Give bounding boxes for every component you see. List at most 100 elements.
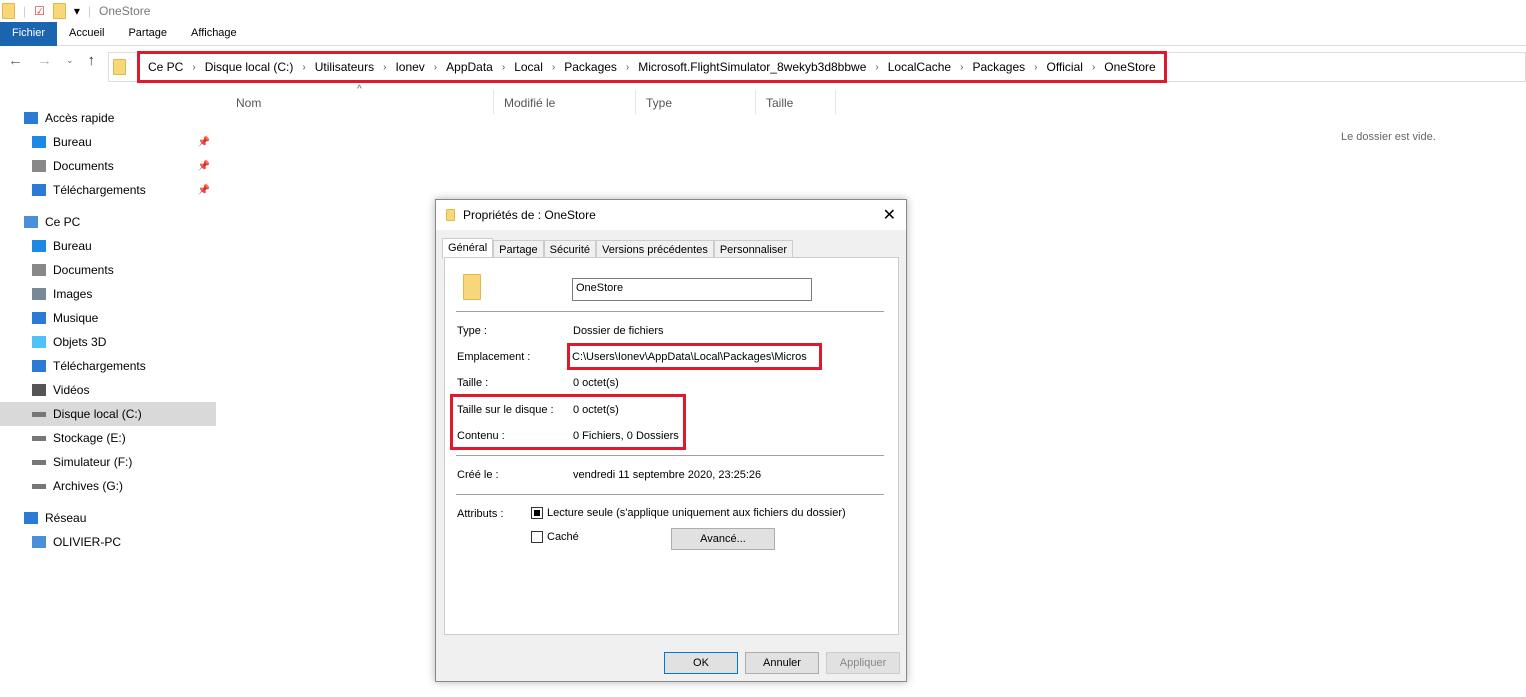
sidebar-item-label: OLIVIER-PC [53,535,122,549]
images-icon [32,288,46,300]
drive-icon [32,483,46,489]
readonly-checkbox[interactable]: Lecture seule (s'applique uniquement aux… [531,507,846,520]
breadcrumb-item[interactable]: Microsoft.FlightSimulator_8wekyb3d8bbwe [638,60,866,74]
apply-button[interactable]: Appliquer [826,652,900,674]
breadcrumb-item[interactable]: Official [1046,60,1082,74]
breadcrumb-item[interactable]: Utilisateurs [315,60,374,74]
pin-icon[interactable]: 📌 [198,185,210,196]
breadcrumb-item[interactable]: AppData [446,60,493,74]
sidebar-item[interactable]: Stockage (E:) [0,426,216,450]
chevron-right-icon[interactable]: › [875,62,878,73]
sidebar-item[interactable]: OLIVIER-PC [0,530,216,554]
column-modified[interactable]: Modifié le [494,90,636,114]
chevron-right-icon[interactable]: › [383,62,386,73]
sidebar-item-label: Archives (G:) [53,479,124,493]
sidebar-item[interactable]: Accès rapide [0,106,216,130]
sidebar-item[interactable]: Téléchargements [0,354,216,378]
tab-fichier[interactable]: Fichier [0,22,57,46]
chevron-right-icon[interactable]: › [960,62,963,73]
readonly-label: Lecture seule (s'applique uniquement aux… [547,507,846,519]
type-value: Dossier de fichiers [573,325,664,337]
address-bar[interactable]: Ce PC › Disque local (C:) › Utilisateurs › Ion… [108,51,1526,83]
breadcrumb-item[interactable]: OneStore [1104,60,1155,74]
sidebar-item-label: Bureau [53,135,92,149]
sidebar-item-label: Accès rapide [45,111,115,125]
computer-icon [24,216,38,228]
download-icon [32,360,46,372]
sidebar-item[interactable]: Documents 📌 [0,154,216,178]
advanced-button[interactable]: Avancé... [671,528,775,550]
highlight-box [567,343,822,370]
documents-icon [32,160,46,172]
breadcrumb-item[interactable]: Packages [972,60,1025,74]
chevron-right-icon[interactable]: › [192,62,195,73]
breadcrumb-item[interactable]: Disque local (C:) [205,60,294,74]
pin-icon[interactable]: 📌 [198,137,210,148]
breadcrumb-item[interactable]: Local [514,60,543,74]
column-type[interactable]: Type [636,90,756,114]
tab-accueil[interactable]: Accueil [57,22,116,46]
sidebar-item[interactable]: Archives (G:) [0,474,216,498]
sidebar-item[interactable]: Images [0,282,216,306]
video-icon [32,384,46,396]
sidebar-item-label: Réseau [45,511,87,525]
breadcrumb-item[interactable]: Packages [564,60,617,74]
recent-chevron-icon[interactable]: ⌄ [66,55,74,66]
properties-icon[interactable]: ☑ [34,4,45,18]
forward-icon[interactable]: → [37,52,52,69]
breadcrumb-item[interactable]: LocalCache [888,60,951,74]
chevron-right-icon[interactable]: › [302,62,305,73]
chevron-right-icon[interactable]: › [502,62,505,73]
checkbox-indeterminate[interactable] [531,507,543,520]
sidebar-item[interactable]: Documents [0,258,216,282]
desktop-icon [32,240,46,252]
sidebar-item[interactable]: Disque local (C:) [0,402,216,426]
chevron-right-icon[interactable]: › [552,62,555,73]
column-size[interactable]: Taille [756,90,836,114]
download-icon [32,184,46,196]
created-label: Créé le : [457,469,499,481]
tab-partage[interactable]: Partage [116,22,179,46]
sidebar-item[interactable]: Ce PC [0,210,216,234]
cube-icon [32,336,46,348]
sidebar-item[interactable]: Objets 3D [0,330,216,354]
breadcrumb-item[interactable]: Ionev [395,60,424,74]
new-folder-icon[interactable] [52,3,66,19]
tab-affichage[interactable]: Affichage [179,22,249,46]
size-value: 0 octet(s) [573,377,619,389]
window-title: OneStore [99,4,151,18]
pin-icon[interactable]: 📌 [198,161,210,172]
chevron-right-icon[interactable]: › [1034,62,1037,73]
sidebar-item[interactable]: Simulateur (F:) [0,450,216,474]
back-icon[interactable]: ← [8,52,23,69]
column-headers: Nom Modifié le Type Taille [226,90,836,114]
sidebar-item[interactable]: Téléchargements 📌 [0,178,216,202]
tab-general[interactable]: Général [442,238,494,259]
sidebar-item[interactable]: Musique [0,306,216,330]
ok-button[interactable]: OK [664,652,738,674]
sidebar-item[interactable]: Bureau [0,234,216,258]
sidebar-item[interactable]: Réseau [0,506,216,530]
dialog-tabs: Général Partage Sécurité Versions précéd… [442,238,794,259]
breadcrumb-item[interactable]: Ce PC [148,60,183,74]
sidebar-item-label: Disque local (C:) [53,407,142,421]
folder-name-input[interactable]: OneStore [572,278,812,301]
documents-icon [32,264,46,276]
up-icon[interactable]: ↑ [88,52,96,69]
chevron-right-icon[interactable]: › [1092,62,1095,73]
sidebar-item-label: Téléchargements [53,183,146,197]
sidebar-item-label: Objets 3D [53,335,107,349]
folder-icon [2,3,15,19]
customize-toolbar-icon[interactable]: ▾ [74,4,80,18]
star-icon [24,112,38,124]
cancel-button[interactable]: Annuler [745,652,819,674]
sidebar-item[interactable]: Bureau 📌 [0,130,216,154]
chevron-right-icon[interactable]: › [434,62,437,73]
chevron-right-icon[interactable]: › [626,62,629,73]
checkbox[interactable] [531,531,543,544]
properties-dialog: Propriétés de : OneStore ✕ Général Parta… [435,199,907,682]
sidebar-item[interactable]: Vidéos [0,378,216,402]
close-icon[interactable]: ✕ [883,205,896,225]
hidden-checkbox[interactable]: Caché [531,531,579,544]
drive-icon [32,411,46,417]
